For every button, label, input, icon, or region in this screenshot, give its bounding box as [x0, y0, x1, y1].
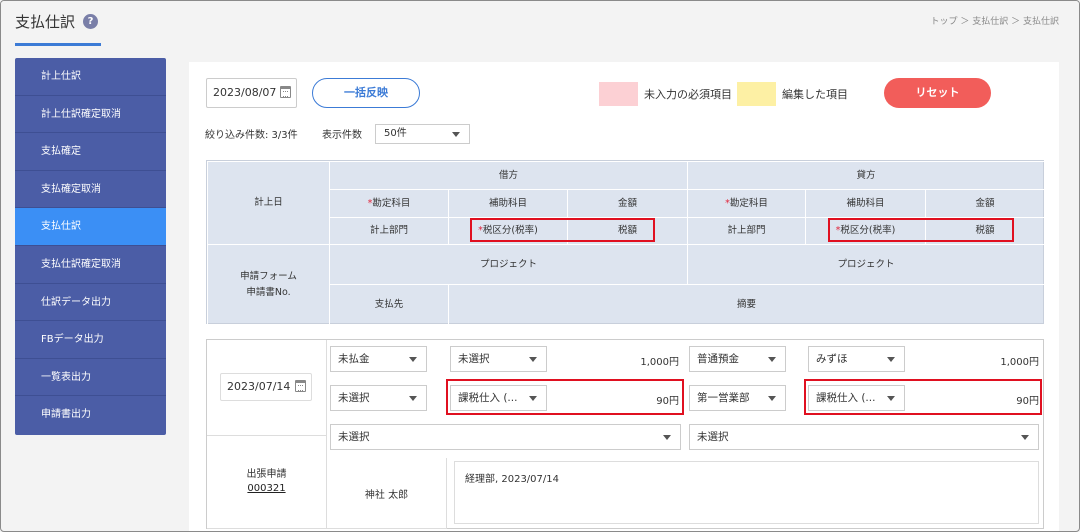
main-panel: 2023/08/07 一括反映 未入力の必須項目 編集した項目 リセット 絞り込…: [189, 62, 1059, 531]
header-credit: 貸方: [687, 161, 1044, 189]
credit-department-select[interactable]: 第一営業部: [689, 385, 786, 411]
sidebar-item-list-export[interactable]: 一覧表出力: [15, 359, 166, 397]
chevron-down-icon: [1021, 435, 1029, 440]
sidebar-item-fb-export[interactable]: FBデータ出力: [15, 321, 166, 359]
per-page-value: 50件: [384, 128, 407, 139]
chevron-down-icon: [409, 396, 417, 401]
chevron-down-icon: [768, 357, 776, 362]
header-summary: 摘要: [448, 284, 1044, 324]
page-title: 支払仕訳 ?: [15, 11, 99, 32]
title-underline: [15, 43, 101, 46]
form-number-link[interactable]: 000321: [247, 482, 285, 496]
header-credit-amount: 金額: [925, 189, 1044, 217]
header-debit-amount: 金額: [567, 189, 687, 217]
legend-edited-label: 編集した項目: [782, 88, 848, 101]
header-credit-sub-account: 補助科目: [805, 189, 925, 217]
sidebar-item-payment-journal[interactable]: 支払仕訳: [15, 208, 166, 246]
chevron-down-icon: [768, 396, 776, 401]
breadcrumb[interactable]: トップ ＞ 支払仕訳 ＞ 支払仕訳: [931, 14, 1059, 27]
page-header: 支払仕訳 ? トップ ＞ 支払仕訳 ＞ 支払仕訳: [1, 1, 1079, 59]
sidebar-item-journal-export[interactable]: 仕訳データ出力: [15, 284, 166, 322]
help-icon[interactable]: ?: [83, 14, 99, 29]
sidebar-item-payment-journal-cancel[interactable]: 支払仕訳確定取消: [15, 246, 166, 284]
row-date-value: 2023/07/14: [227, 380, 291, 393]
summary-textarea[interactable]: 経理部, 2023/07/14: [454, 461, 1039, 524]
credit-project-select[interactable]: 未選択: [689, 424, 1039, 450]
header-payee: 支払先: [329, 284, 448, 324]
journal-row: 2023/07/14 未払金 未選択 1,000円 普通預金 みずほ 1,000…: [206, 339, 1044, 529]
reset-button[interactable]: リセット: [884, 78, 991, 108]
header-debit: 借方: [329, 161, 687, 189]
calendar-icon[interactable]: [280, 86, 291, 98]
header-posting-date: 計上日: [207, 161, 329, 244]
row-date-input[interactable]: 2023/07/14: [220, 373, 312, 401]
per-page-select[interactable]: 50件: [375, 124, 470, 144]
highlight-row-credit-tax: [804, 379, 1042, 415]
header-debit-department: 計上部門: [329, 217, 448, 244]
header-credit-project: プロジェクト: [687, 244, 1044, 284]
sidebar-item-accrual-journal[interactable]: 計上仕訳: [15, 58, 166, 96]
posting-date-input[interactable]: 2023/08/07: [206, 78, 297, 108]
header-credit-account: * 勘定科目: [687, 189, 805, 217]
filter-count: 絞り込み件数: 3/3件: [205, 130, 298, 141]
sidebar-item-payment-confirm-cancel[interactable]: 支払確定取消: [15, 171, 166, 209]
header-debit-sub-account: 補助科目: [448, 189, 567, 217]
legend-required-swatch: [599, 82, 638, 106]
posting-date-value: 2023/08/07: [213, 86, 277, 99]
journal-header-table: 計上日 借方 貸方 * 勘定科目 補助科目 金額 * 勘定科目 補助科目 金額 計上…: [206, 160, 1044, 324]
highlight-debit-tax: [470, 218, 655, 242]
form-name: 出張申請: [246, 469, 287, 480]
chevron-down-icon: [409, 357, 417, 362]
chevron-down-icon: [887, 357, 895, 362]
highlight-credit-tax: [828, 218, 1014, 242]
debit-project-select[interactable]: 未選択: [330, 424, 681, 450]
row-form-cell: 出張申請 000321: [207, 436, 327, 529]
sidebar: 計上仕訳 計上仕訳確定取消 支払確定 支払確定取消 支払仕訳 支払仕訳確定取消 …: [15, 58, 166, 435]
row-date-cell: 2023/07/14: [207, 340, 327, 436]
debit-amount[interactable]: 1,000円: [569, 353, 679, 368]
debit-sub-account-select[interactable]: 未選択: [450, 346, 547, 372]
header-form: 申請フォーム 申請書No.: [207, 244, 329, 324]
highlight-row-debit-tax: [446, 379, 684, 415]
page-title-text: 支払仕訳: [15, 13, 76, 31]
chevron-down-icon: [452, 132, 460, 137]
sidebar-item-accrual-cancel[interactable]: 計上仕訳確定取消: [15, 96, 166, 134]
chevron-down-icon: [663, 435, 671, 440]
credit-account-select[interactable]: 普通預金: [689, 346, 786, 372]
debit-department-select[interactable]: 未選択: [330, 385, 427, 411]
credit-amount[interactable]: 1,000円: [927, 353, 1039, 368]
payee-cell: 神社 太郎: [327, 458, 447, 529]
sidebar-item-payment-confirm[interactable]: 支払確定: [15, 133, 166, 171]
header-debit-project: プロジェクト: [329, 244, 687, 284]
legend-required-label: 未入力の必須項目: [644, 88, 732, 101]
debit-account-select[interactable]: 未払金: [330, 346, 427, 372]
per-page-label: 表示件数: [322, 130, 362, 141]
header-credit-department: 計上部門: [687, 217, 805, 244]
app-window: 支払仕訳 ? トップ ＞ 支払仕訳 ＞ 支払仕訳 計上仕訳 計上仕訳確定取消 支…: [0, 0, 1080, 532]
calendar-icon[interactable]: [295, 380, 306, 392]
legend-edited-swatch: [737, 82, 776, 106]
bulk-apply-button[interactable]: 一括反映: [312, 78, 420, 108]
chevron-down-icon: [529, 357, 537, 362]
credit-sub-account-select[interactable]: みずほ: [808, 346, 905, 372]
sidebar-item-form-export[interactable]: 申請書出力: [15, 396, 166, 434]
header-debit-account: * 勘定科目: [329, 189, 448, 217]
